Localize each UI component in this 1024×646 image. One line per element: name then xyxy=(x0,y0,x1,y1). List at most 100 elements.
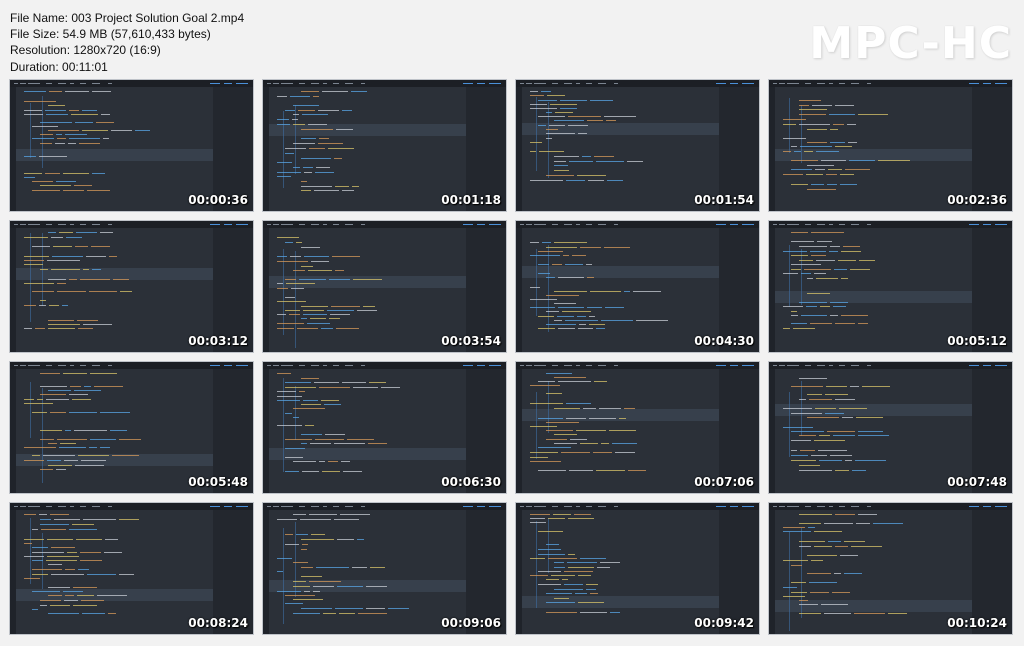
code-line xyxy=(314,190,339,191)
code-line xyxy=(313,96,319,97)
code-line xyxy=(112,455,139,456)
timestamp-label: 00:03:54 xyxy=(441,334,501,348)
thumbnail-frame[interactable]: 00:09:06 xyxy=(262,502,507,635)
thumbnail-frame[interactable]: 00:06:30 xyxy=(262,361,507,494)
code-line xyxy=(301,567,313,568)
code-line xyxy=(120,291,132,292)
code-line xyxy=(587,277,594,278)
thumbnail-frame[interactable]: 00:00:36 xyxy=(9,79,254,212)
code-line xyxy=(78,328,93,329)
code-line xyxy=(799,514,832,515)
code-line xyxy=(589,418,616,419)
code-line xyxy=(568,518,594,519)
code-line xyxy=(791,460,816,461)
code-line xyxy=(791,241,814,242)
code-line xyxy=(334,519,359,520)
thumbnail-frame[interactable]: 00:04:30 xyxy=(515,220,760,353)
code-line xyxy=(277,261,308,262)
code-line xyxy=(783,306,803,307)
code-line xyxy=(109,256,117,257)
code-line xyxy=(48,443,57,444)
code-line xyxy=(791,146,797,147)
code-line xyxy=(554,303,576,304)
code-line xyxy=(74,390,101,391)
thumbnail-frame[interactable]: 00:05:48 xyxy=(9,361,254,494)
code-line xyxy=(304,172,312,173)
code-line xyxy=(47,460,61,461)
code-editor-pane xyxy=(775,510,972,634)
code-line xyxy=(821,604,848,605)
code-line xyxy=(807,293,830,294)
thumbnail-frame[interactable]: 00:02:36 xyxy=(768,79,1013,212)
code-line xyxy=(820,306,830,307)
code-line xyxy=(530,242,539,243)
code-line xyxy=(308,270,332,271)
code-line xyxy=(833,306,846,307)
code-line xyxy=(301,434,322,435)
thumbnail-frame[interactable]: 00:03:12 xyxy=(9,220,254,353)
code-line xyxy=(296,534,308,535)
code-line xyxy=(809,399,832,400)
code-line xyxy=(67,552,77,553)
code-line xyxy=(636,320,668,321)
code-line xyxy=(555,112,573,113)
code-line xyxy=(835,470,849,471)
thumbnail-frame[interactable]: 00:07:48 xyxy=(768,361,1013,494)
code-line xyxy=(800,146,832,147)
code-line xyxy=(530,108,557,109)
code-line xyxy=(783,273,798,274)
thumbnail-frame[interactable]: 00:09:42 xyxy=(515,502,760,635)
code-line xyxy=(814,273,826,274)
code-line xyxy=(352,567,367,568)
code-line xyxy=(69,394,88,395)
code-line xyxy=(554,161,566,162)
code-line xyxy=(605,307,624,308)
code-line xyxy=(588,180,604,181)
thumbnail-frame[interactable]: 00:01:18 xyxy=(262,79,507,212)
indent-guide xyxy=(548,245,549,332)
code-line xyxy=(63,190,84,191)
code-line xyxy=(314,382,339,383)
thumbnail-frame[interactable]: 00:01:54 xyxy=(515,79,760,212)
code-line xyxy=(293,417,299,418)
code-line xyxy=(328,148,354,149)
code-line xyxy=(783,587,797,588)
code-line xyxy=(799,523,821,524)
editor-menubar xyxy=(516,362,759,369)
code-line xyxy=(783,328,790,329)
indent-guide xyxy=(548,518,549,573)
timestamp-label: 00:07:06 xyxy=(694,475,754,489)
code-line xyxy=(530,457,548,458)
thumbnail-frame[interactable]: 00:08:24 xyxy=(9,502,254,635)
code-line xyxy=(347,439,374,440)
code-line xyxy=(799,100,821,101)
code-line xyxy=(97,595,127,596)
code-line xyxy=(530,426,557,427)
indent-guide xyxy=(30,382,31,438)
code-line xyxy=(358,613,387,614)
editor-menubar xyxy=(769,80,1012,87)
code-line xyxy=(363,306,375,307)
mpc-hc-logo: MPC-HC xyxy=(809,18,1012,69)
code-line xyxy=(560,100,587,101)
code-line xyxy=(580,558,606,559)
code-line xyxy=(24,283,54,284)
code-line xyxy=(293,581,306,582)
code-line xyxy=(381,387,400,388)
thumbnail-frame[interactable]: 00:03:54 xyxy=(262,220,507,353)
code-line xyxy=(572,255,586,256)
code-line xyxy=(856,523,870,524)
code-line xyxy=(368,443,387,444)
code-line xyxy=(791,592,807,593)
code-line xyxy=(624,408,635,409)
code-line xyxy=(791,440,811,441)
code-line xyxy=(285,457,303,458)
thumbnail-frame[interactable]: 00:07:06 xyxy=(515,361,760,494)
code-line xyxy=(615,452,635,453)
code-line xyxy=(90,439,116,440)
code-line xyxy=(858,435,889,436)
thumbnail-frame[interactable]: 00:05:12 xyxy=(768,220,1013,353)
code-line xyxy=(40,143,52,144)
current-line-highlight xyxy=(269,276,466,288)
thumbnail-frame[interactable]: 00:10:24 xyxy=(768,502,1013,635)
